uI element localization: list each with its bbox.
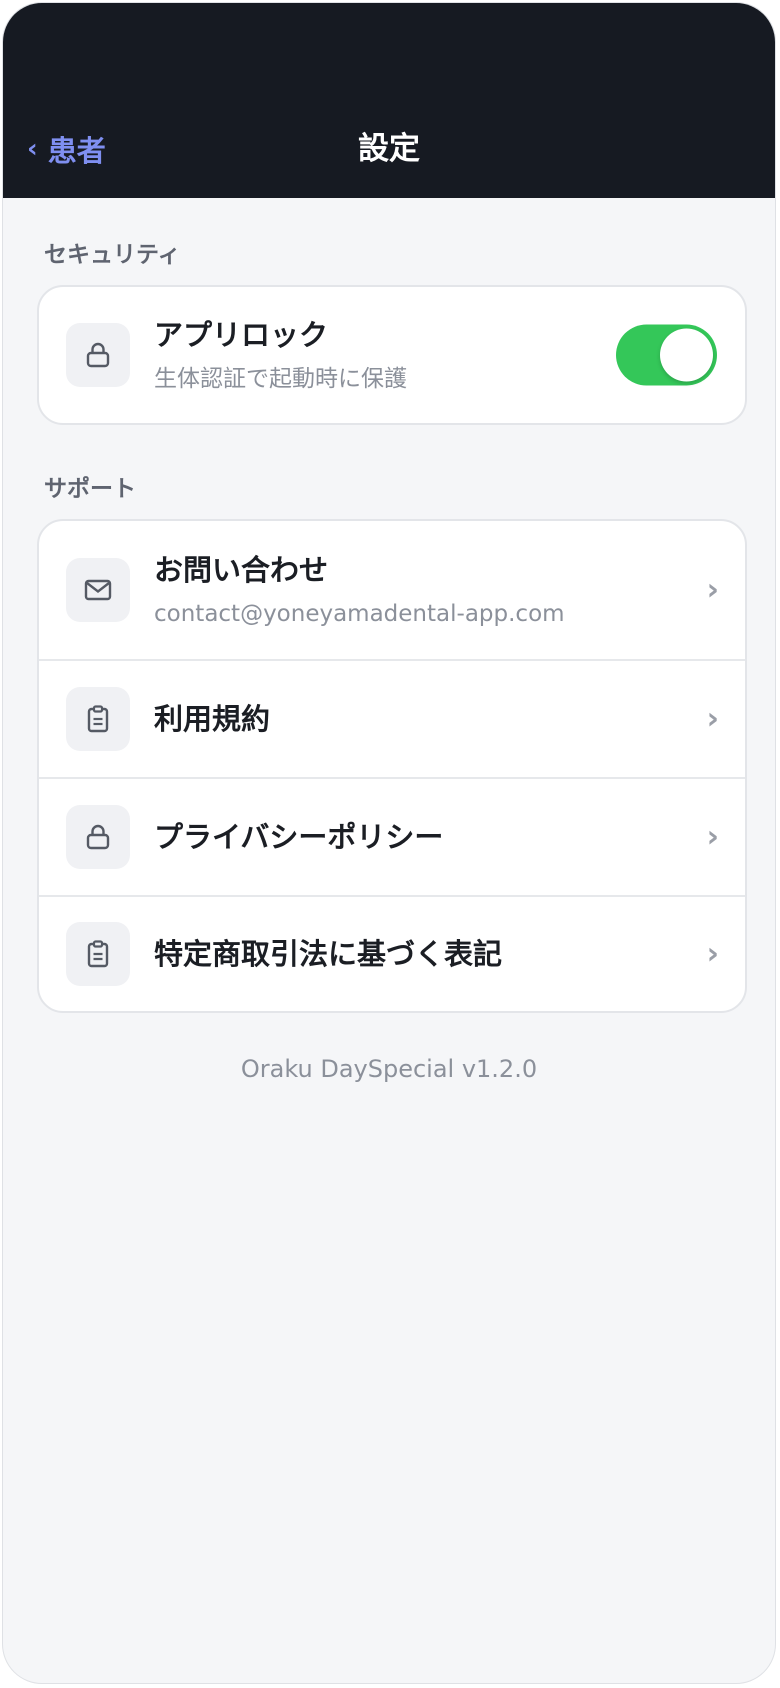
lock-icon — [66, 805, 130, 869]
chevron-right-icon: › — [706, 936, 719, 972]
terms-title: 利用規約 — [154, 702, 271, 736]
legal-title: 特定商取引法に基づく表記 — [154, 937, 503, 971]
app-lock-text: アプリロック 生体認証で起動時に保護 — [154, 316, 407, 394]
clipboard-icon — [66, 922, 130, 986]
privacy-title: プライバシーポリシー — [154, 820, 444, 854]
privacy-row[interactable]: プライバシーポリシー › — [39, 777, 745, 895]
clipboard-icon — [66, 687, 130, 751]
app-lock-toggle[interactable] — [616, 324, 717, 386]
legal-row[interactable]: 特定商取引法に基づく表記 › — [39, 895, 745, 1011]
chevron-right-icon: › — [706, 701, 719, 737]
mail-icon — [66, 558, 130, 622]
security-card: アプリロック 生体認証で起動時に保護 — [37, 285, 747, 425]
page-title: 設定 — [358, 131, 420, 167]
privacy-text: プライバシーポリシー — [154, 818, 443, 856]
contact-email: contact@yoneyamadental-app.com — [154, 601, 565, 627]
contact-text: お問い合わせ contact@yoneyamadental-app.com — [154, 551, 565, 629]
contact-row[interactable]: お問い合わせ contact@yoneyamadental-app.com › — [39, 521, 745, 659]
nav-header: ‹ 患者 設定 — [3, 3, 775, 198]
phone-screen: ‹ 患者 設定 セキュリティ アプリロック 生体認証で起動時に保護 サポート お… — [2, 2, 776, 1684]
section-label-support: サポート — [44, 476, 136, 502]
app-version: Oraku DaySpecial v1.2.0 — [240, 1055, 538, 1083]
app-lock-row: アプリロック 生体認証で起動時に保護 — [39, 287, 745, 423]
chevron-right-icon: › — [706, 819, 719, 855]
lock-icon — [66, 323, 130, 387]
legal-text: 特定商取引法に基づく表記 — [154, 935, 502, 973]
contact-title: お問い合わせ — [154, 553, 329, 587]
support-card: お問い合わせ contact@yoneyamadental-app.com › … — [37, 519, 747, 1013]
toggle-knob — [660, 328, 713, 382]
terms-row[interactable]: 利用規約 › — [39, 659, 745, 777]
chevron-right-icon: › — [706, 572, 719, 608]
app-lock-subtitle: 生体認証で起動時に保護 — [154, 366, 407, 392]
section-label-security: セキュリティ — [44, 242, 181, 268]
terms-text: 利用規約 — [154, 700, 270, 738]
app-lock-title: アプリロック — [154, 318, 329, 352]
